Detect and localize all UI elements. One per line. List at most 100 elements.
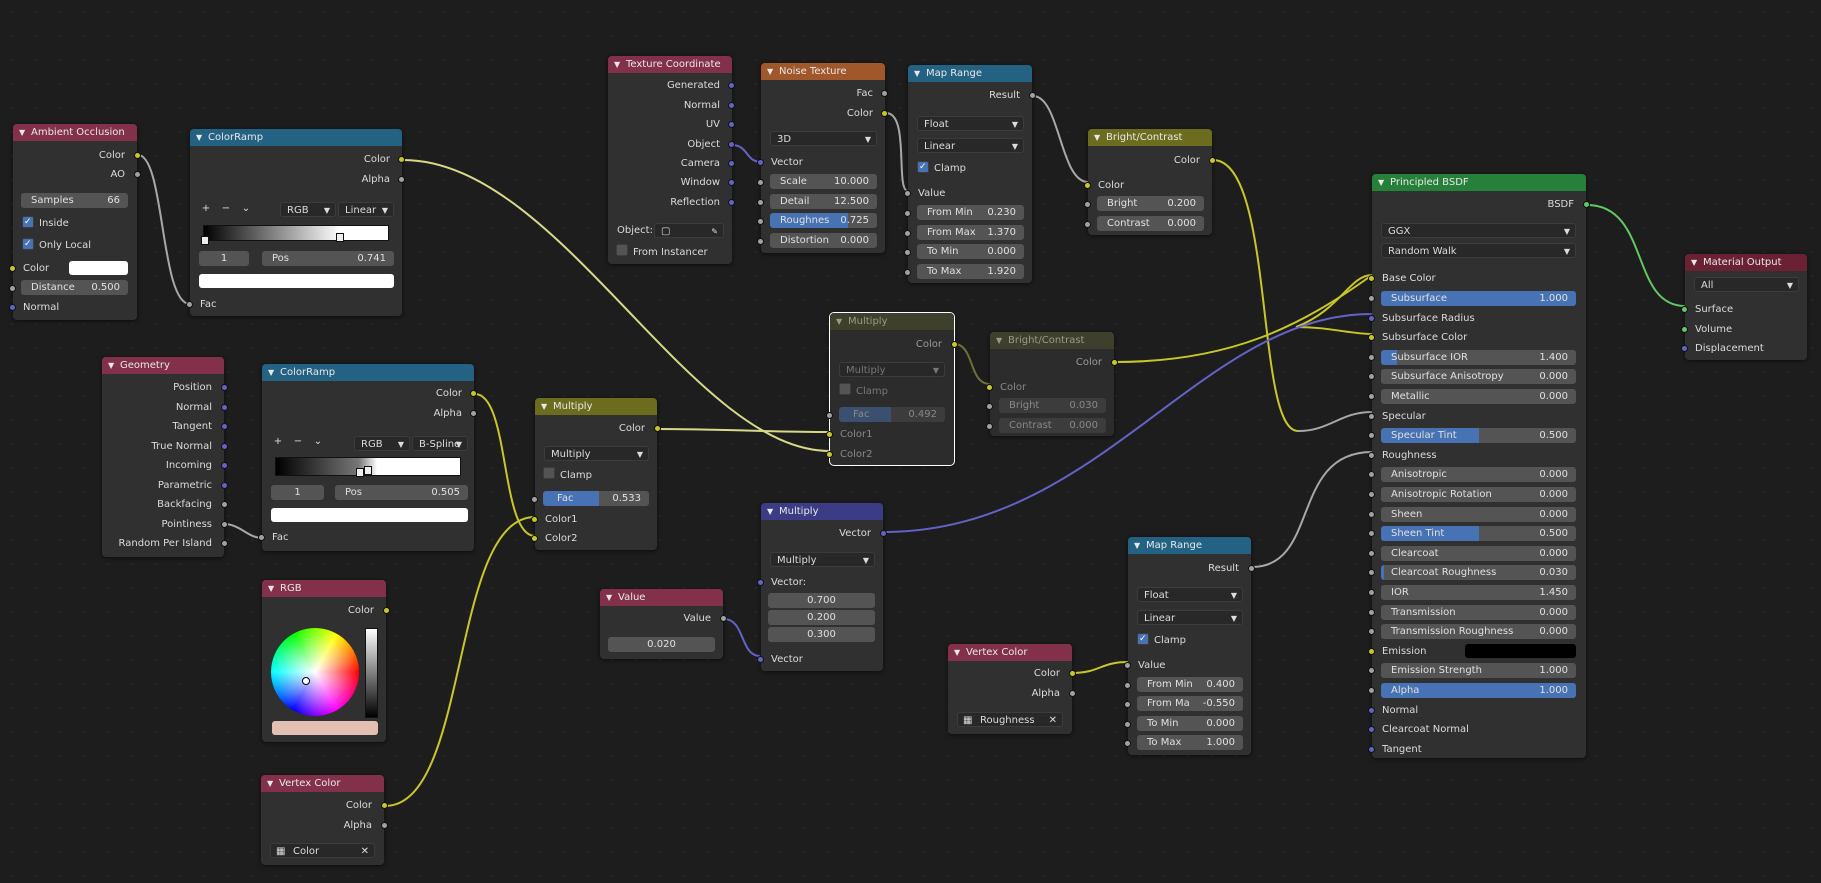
socket-output[interactable] xyxy=(221,520,228,528)
clear-icon[interactable]: ✕ xyxy=(1049,713,1057,728)
socket-roughness-input[interactable] xyxy=(757,218,764,225)
object-picker[interactable]: ▢ ✎ xyxy=(654,223,724,238)
distance-field[interactable]: Distance 0.500 xyxy=(21,280,128,295)
stop-color-swatch[interactable] xyxy=(199,274,394,288)
socket-input[interactable] xyxy=(1368,569,1375,577)
socket-from-min-input[interactable] xyxy=(904,210,911,217)
socket-color-output[interactable] xyxy=(881,110,888,117)
node-header[interactable]: ▼ Multiply xyxy=(830,313,954,330)
socket-fac-input[interactable] xyxy=(531,496,538,503)
data-type-dropdown[interactable]: Float ▼ xyxy=(1137,587,1243,602)
socket-color-output[interactable] xyxy=(470,390,477,397)
socket-input[interactable] xyxy=(1368,314,1375,322)
stop-position-field[interactable]: Pos 0.741 xyxy=(262,251,394,266)
map-range-node-2[interactable]: ▼ Map Range Result Float ▼ Linear ▼ Clamp V… xyxy=(1124,537,1255,755)
detail-field[interactable]: Detail 12.500 xyxy=(770,194,877,209)
stop-index-field[interactable]: 1 xyxy=(271,485,324,500)
remove-stop-button[interactable]: − xyxy=(216,203,236,214)
socket-color2-input[interactable] xyxy=(531,535,538,542)
specular-tint-slider[interactable]: Specular Tint 0.500 xyxy=(1381,428,1576,444)
socket-result-output[interactable] xyxy=(1029,92,1036,99)
contrast-field[interactable]: Contrast 0.000 xyxy=(1097,216,1204,231)
node-header[interactable]: ▼ Noise Texture xyxy=(761,63,885,80)
socket-vector-a-input[interactable] xyxy=(757,579,764,586)
sheen-slider[interactable]: Sheen 0.000 xyxy=(1381,506,1576,522)
socket-output[interactable] xyxy=(221,403,228,411)
node-header[interactable]: ▼ Ambient Occlusion xyxy=(13,124,137,141)
socket-vector-b-input[interactable] xyxy=(757,656,764,663)
socket-input[interactable] xyxy=(1368,589,1375,596)
socket-generated-output[interactable] xyxy=(728,82,735,89)
scale-field[interactable]: Scale 10.000 xyxy=(770,174,877,189)
map-range-node-1[interactable]: ▼ Map Range Result Float ▼ Linear ▼ Clamp V… xyxy=(904,65,1036,283)
roughness-slider[interactable]: Roughnes 0.725 xyxy=(770,213,877,228)
socket-fac-output[interactable] xyxy=(881,90,888,97)
operation-dropdown[interactable]: Multiply ▼ xyxy=(770,552,875,567)
ramp-stop-handle[interactable] xyxy=(201,236,209,245)
interpolation-dropdown[interactable]: Linear ▼ xyxy=(917,138,1024,153)
clearcoat-slider[interactable]: Clearcoat 0.000 xyxy=(1381,545,1576,561)
collapse-icon[interactable]: ▼ xyxy=(267,775,273,792)
socket-contrast-input[interactable] xyxy=(1084,221,1091,228)
color-wheel[interactable] xyxy=(271,628,359,716)
socket-to-min-input[interactable] xyxy=(904,249,911,256)
socket-fac-input[interactable] xyxy=(186,301,193,308)
socket-input[interactable] xyxy=(1368,667,1375,675)
inside-checkbox[interactable]: Inside xyxy=(22,216,69,231)
emission-color-swatch[interactable] xyxy=(1465,643,1576,658)
clamp-checkbox[interactable]: Clamp xyxy=(1137,633,1186,648)
from-max-field[interactable]: From Max 1.370 xyxy=(917,225,1024,240)
colorramp-node-1[interactable]: ▼ ColorRamp Color Alpha + − ⌄ RGB ▼ Linear ▼ … xyxy=(186,129,405,316)
clamp-checkbox[interactable]: Clamp xyxy=(543,467,592,482)
socket-to-max-input[interactable] xyxy=(1124,740,1131,747)
collapse-icon[interactable]: ▼ xyxy=(268,364,274,381)
socket-input[interactable] xyxy=(1368,295,1375,302)
subsurface-method-dropdown[interactable]: Random Walk ▼ xyxy=(1381,243,1576,258)
transmission-roughness-slider[interactable]: Transmission Roughness 0.000 xyxy=(1381,624,1576,640)
value-field[interactable]: 0.020 xyxy=(608,637,715,652)
eyedropper-icon[interactable]: ✎ xyxy=(711,224,718,239)
to-max-field[interactable]: To Max 1.920 xyxy=(917,264,1024,279)
socket-fac-input[interactable] xyxy=(258,534,265,541)
collapse-icon[interactable]: ▼ xyxy=(996,332,1002,349)
collapse-icon[interactable]: ▼ xyxy=(196,129,202,146)
socket-output[interactable] xyxy=(221,442,228,450)
socket-input[interactable] xyxy=(1368,745,1375,753)
socket-surface-input[interactable] xyxy=(1681,306,1688,313)
node-header[interactable]: ▼ Bright/Contrast xyxy=(1088,129,1212,146)
socket-alpha-output[interactable] xyxy=(1069,690,1076,697)
socket-value-input[interactable] xyxy=(1124,662,1131,669)
socket-input[interactable] xyxy=(1368,353,1375,361)
colorramp-node-2[interactable]: ▼ ColorRamp Color Alpha + − ⌄ RGB ▼ B-Spline… xyxy=(258,364,477,551)
socket-color-input[interactable] xyxy=(9,265,16,272)
color-mode-dropdown[interactable]: RGB ▼ xyxy=(354,436,410,451)
socket-input[interactable] xyxy=(1368,549,1375,557)
socket-input[interactable] xyxy=(1368,334,1375,342)
ior-slider[interactable]: IOR 1.450 xyxy=(1381,585,1576,600)
subsurface-slider[interactable]: Subsurface 1.000 xyxy=(1381,291,1576,306)
socket-color-output[interactable] xyxy=(951,341,958,348)
value-node[interactable]: ▼ Value Value 0.020 xyxy=(600,589,727,659)
clear-icon[interactable]: ✕ xyxy=(361,844,369,859)
collapse-icon[interactable]: ▼ xyxy=(1134,537,1140,554)
contrast-field[interactable]: Contrast 0.000 xyxy=(999,418,1106,433)
socket-color-input[interactable] xyxy=(986,384,993,391)
subsurface-ior-slider[interactable]: Subsurface IOR 1.400 xyxy=(1381,349,1576,365)
vertex-color-node-1[interactable]: ▼ Vertex Color Color Alpha ▦ Color ✕ xyxy=(261,775,388,865)
node-header[interactable]: ▼ ColorRamp xyxy=(190,129,402,146)
node-header[interactable]: ▼ RGB xyxy=(262,580,386,597)
vector-multiply-node[interactable]: ▼ Multiply Vector Multiply ▼ Vector: 0.700… xyxy=(757,503,887,671)
collapse-icon[interactable]: ▼ xyxy=(767,503,773,520)
principled-bsdf-node[interactable]: ▼ Principled BSDF BSDF GGX ▼ Random Walk ▼ … xyxy=(1368,174,1590,758)
collapse-icon[interactable]: ▼ xyxy=(1378,174,1384,191)
socket-normal-output[interactable] xyxy=(728,102,735,109)
emission-strength-slider[interactable]: Emission Strength 1.000 xyxy=(1381,663,1576,679)
socket-input[interactable] xyxy=(1368,393,1375,400)
socket-value-input[interactable] xyxy=(904,190,911,197)
node-header[interactable]: ▼ Multiply xyxy=(761,503,883,520)
rgb-node[interactable]: ▼ RGB Color xyxy=(262,580,390,742)
from-min-field[interactable]: From Min 0.230 xyxy=(917,205,1024,220)
ramp-menu-button[interactable]: ⌄ xyxy=(236,203,256,214)
color-ramp-gradient[interactable] xyxy=(203,225,389,241)
add-stop-button[interactable]: + xyxy=(196,203,216,214)
